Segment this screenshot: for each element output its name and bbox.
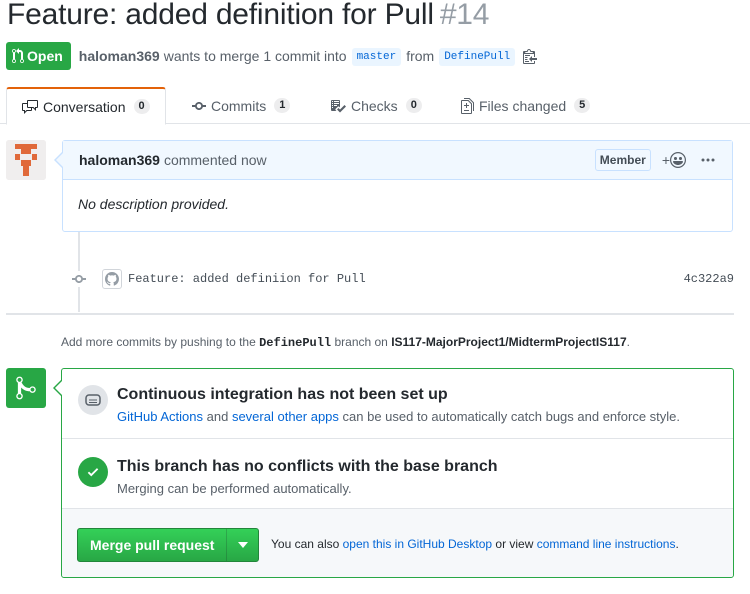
push-hint-mid: branch on bbox=[334, 335, 388, 349]
base-branch-label[interactable]: master bbox=[351, 48, 402, 66]
checklist-icon bbox=[331, 99, 346, 112]
merge-alternatives: You can also open this in GitHub Desktop… bbox=[271, 537, 679, 551]
merge-description: wants to merge 1 commit into bbox=[163, 48, 347, 64]
kebab-horizontal-icon[interactable] bbox=[700, 152, 716, 168]
tab-files-changed-count: 5 bbox=[574, 98, 591, 113]
also-mid: or view bbox=[495, 537, 534, 551]
pr-description-comment: haloman369 commented now Member + No des… bbox=[54, 140, 733, 232]
commit-sha-link[interactable]: 4c322a9 bbox=[684, 272, 734, 286]
tab-checks-count: 0 bbox=[405, 98, 422, 113]
git-merge-icon bbox=[6, 368, 46, 408]
git-commit-icon bbox=[70, 271, 88, 287]
clipboard-icon[interactable] bbox=[523, 48, 538, 64]
pr-title: Feature: added definition for Pull #14 bbox=[7, 0, 489, 32]
pr-number: #14 bbox=[439, 0, 490, 31]
conflict-section: This branch has no conflicts with the ba… bbox=[62, 439, 733, 509]
member-badge: Member bbox=[594, 149, 651, 171]
timeline-divider bbox=[6, 313, 734, 315]
merge-pull-request-button[interactable]: Merge pull request bbox=[78, 529, 226, 561]
comment-header: haloman369 commented now Member + bbox=[63, 141, 732, 180]
smiley-icon bbox=[670, 152, 686, 168]
comment-discussion-icon bbox=[22, 99, 38, 114]
git-commit-icon bbox=[192, 101, 206, 110]
commit-author-avatar[interactable] bbox=[102, 269, 122, 289]
push-hint: Add more commits by pushing to the Defin… bbox=[61, 335, 630, 350]
conflict-heading: This branch has no conflicts with the ba… bbox=[117, 458, 498, 475]
open-desktop-link[interactable]: open this in GitHub Desktop bbox=[343, 537, 492, 551]
from-text: from bbox=[406, 48, 435, 64]
head-branch-label[interactable]: DefinePull bbox=[439, 48, 516, 66]
merge-options-caret-icon[interactable] bbox=[226, 529, 258, 561]
merge-box: Continuous integration has not been set … bbox=[53, 368, 734, 578]
tab-checks[interactable]: Checks 0 bbox=[330, 87, 422, 124]
state-label: Open bbox=[27, 48, 63, 64]
ci-section: Continuous integration has not been set … bbox=[62, 369, 733, 439]
commit-item: Feature: added definiion for Pull 4c322a… bbox=[70, 268, 734, 290]
comment-timestamp: commented now bbox=[163, 152, 267, 168]
pr-title-text: Feature: added definition for Pull bbox=[7, 0, 434, 31]
comment-author-link[interactable]: haloman369 bbox=[79, 152, 160, 168]
pr-tabs: Conversation 0 Commits 1 Checks 0 Files … bbox=[0, 87, 750, 125]
pr-author-link[interactable]: haloman369 bbox=[79, 48, 160, 64]
push-hint-prefix: Add more commits by pushing to the bbox=[61, 335, 256, 349]
pr-meta: Open haloman369 wants to merge 1 commit … bbox=[6, 42, 538, 70]
ci-heading: Continuous integration has not been set … bbox=[117, 386, 448, 403]
merge-action-section: Merge pull request You can also open thi… bbox=[62, 509, 733, 577]
identicon-image bbox=[6, 140, 46, 180]
tab-files-changed[interactable]: Files changed 5 bbox=[461, 87, 591, 124]
ci-and-text: and bbox=[206, 409, 229, 424]
tab-files-changed-label: Files changed bbox=[479, 97, 567, 114]
command-line-link[interactable]: command line instructions bbox=[537, 537, 676, 551]
git-pull-request-icon bbox=[12, 48, 24, 64]
conflict-description: Merging can be performed automatically. bbox=[117, 481, 352, 496]
push-hint-suffix: . bbox=[626, 335, 630, 349]
comment-body: No description provided. bbox=[78, 196, 229, 212]
github-actions-link[interactable]: GitHub Actions bbox=[117, 409, 203, 424]
also-prefix: You can also bbox=[271, 537, 340, 551]
author-avatar[interactable] bbox=[6, 140, 46, 180]
octocat-icon bbox=[105, 272, 119, 286]
ci-icon bbox=[78, 385, 108, 415]
check-icon bbox=[78, 457, 108, 487]
reaction-plus: + bbox=[661, 152, 670, 168]
tab-commits[interactable]: Commits 1 bbox=[192, 87, 291, 124]
tab-commits-label: Commits bbox=[211, 97, 267, 114]
ci-description: GitHub Actions and several other apps ca… bbox=[117, 409, 680, 424]
state-badge: Open bbox=[6, 42, 71, 70]
tab-conversation[interactable]: Conversation 0 bbox=[6, 87, 166, 125]
other-apps-link[interactable]: several other apps bbox=[232, 409, 339, 424]
ci-rest-text: can be used to automatically catch bugs … bbox=[342, 409, 681, 424]
file-diff-icon bbox=[461, 97, 474, 114]
merge-button-group: Merge pull request bbox=[77, 528, 260, 562]
tab-commits-count: 1 bbox=[274, 98, 291, 113]
also-suffix: . bbox=[675, 537, 679, 551]
tab-conversation-count: 0 bbox=[133, 99, 150, 114]
push-hint-repo: IS117-MajorProject1/MidtermProjectIS117 bbox=[391, 335, 627, 349]
tab-conversation-label: Conversation bbox=[43, 98, 126, 115]
tab-checks-label: Checks bbox=[351, 97, 398, 114]
add-reaction-button[interactable]: + bbox=[662, 152, 686, 168]
push-hint-branch: DefinePull bbox=[259, 336, 332, 350]
commit-message-link[interactable]: Feature: added definiion for Pull bbox=[128, 272, 366, 286]
